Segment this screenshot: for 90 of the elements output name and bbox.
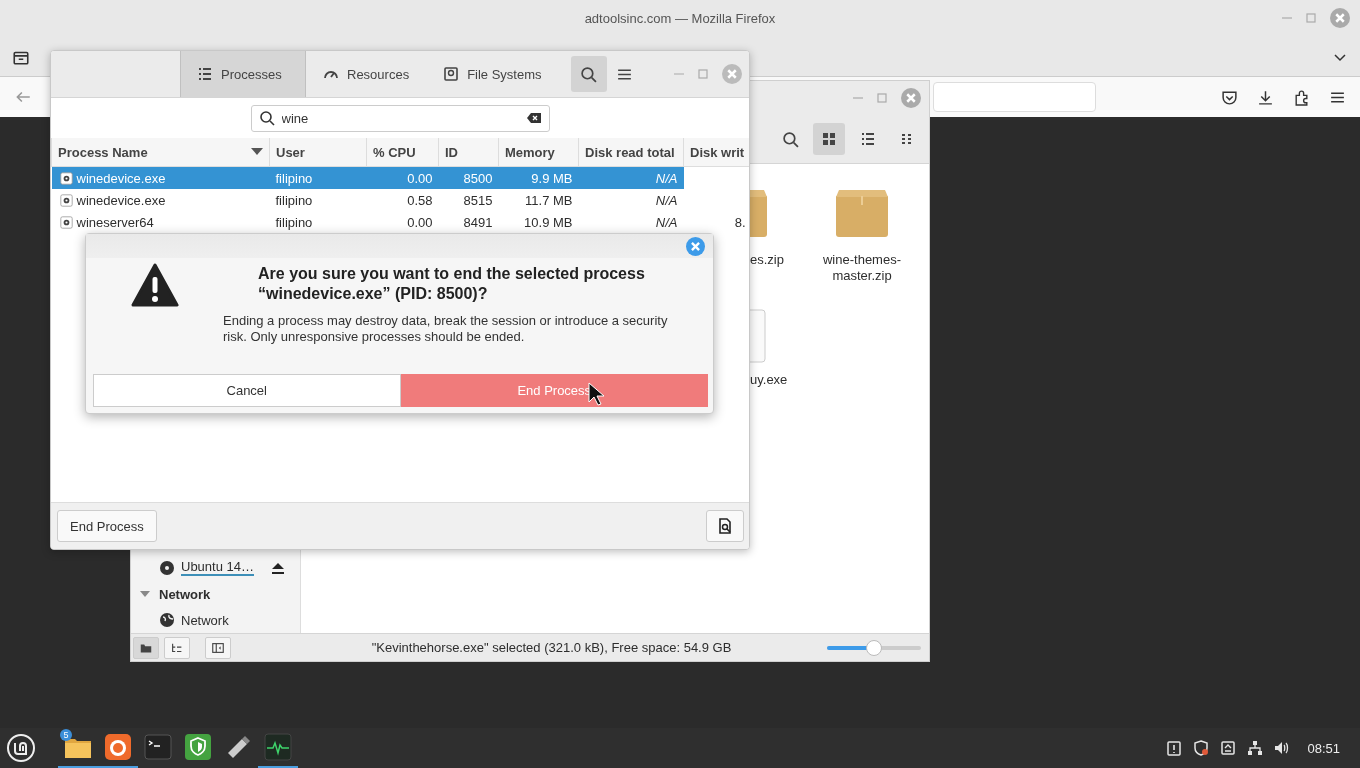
cancel-button[interactable]: Cancel [93, 374, 401, 407]
table-cell: N/A [655, 192, 678, 208]
tab[interactable]: Processes [180, 51, 306, 97]
warning-icon [130, 263, 179, 307]
close-button[interactable] [686, 236, 705, 256]
maximize-icon [695, 66, 711, 82]
address-field[interactable] [933, 82, 1096, 112]
pointer-icon [588, 382, 604, 406]
table-cell: 8491 [463, 214, 493, 230]
file-name[interactable]: uy.exe [750, 372, 788, 388]
network-icon [1247, 740, 1264, 756]
end-process-button[interactable]: End Process [57, 510, 157, 542]
search-icon [781, 130, 799, 148]
table-cell: 8. [734, 214, 746, 230]
column-header[interactable]: User [269, 138, 367, 167]
table-cell: wineserver64 [76, 214, 154, 230]
table-cell: filipino [275, 192, 313, 208]
column-header[interactable]: ID [438, 138, 499, 167]
table-cell: 10.9 MB [524, 214, 573, 230]
globe-icon [159, 612, 175, 628]
puzzle-icon [1293, 88, 1310, 106]
places-pane-button[interactable] [133, 636, 159, 659]
shield-icon [1193, 740, 1210, 756]
file-name[interactable]: es.zip [750, 252, 784, 268]
logo-icon [6, 733, 36, 763]
close-icon [901, 88, 921, 108]
column-header[interactable]: % CPU [366, 138, 439, 167]
process-icon [59, 215, 73, 229]
clock: 08:51 [1307, 740, 1340, 756]
table-cell: winedevice.exe [76, 170, 166, 186]
toggle-icon [211, 640, 225, 655]
window-title: adtoolsinc.com — Mozilla Firefox [584, 11, 776, 26]
column-header[interactable]: Disk writ [683, 138, 749, 167]
table-cell: 0.00 [407, 170, 433, 186]
list-view-icon [860, 131, 876, 147]
maximize-icon [1303, 10, 1319, 26]
pocket-icon [1221, 88, 1238, 106]
dialog-message: Ending a process may destroy data, break the session or introduce a security risk. Only unresponsive processes should be ended. [223, 313, 669, 345]
table-cell: 11.7 MB [525, 192, 573, 208]
shield-icon [184, 733, 212, 761]
close-icon [722, 64, 742, 84]
table-cell: filipino [275, 214, 313, 230]
search-icon [258, 109, 275, 126]
activity-icon [264, 733, 292, 761]
table-cell: filipino [275, 170, 313, 186]
download-icon [1257, 88, 1274, 106]
tree-pane-button[interactable] [164, 636, 190, 659]
column-header[interactable]: Process Name [51, 138, 270, 167]
sidebar-heading[interactable]: Network [159, 586, 211, 602]
table-cell: 8500 [463, 170, 493, 186]
search-icon [580, 65, 598, 83]
volume-icon [1274, 740, 1291, 756]
sidebar-item[interactable]: Network [181, 612, 229, 628]
table-cell: N/A [655, 214, 678, 230]
table-cell: N/A [655, 170, 678, 186]
toggle-pane-button[interactable] [205, 636, 231, 659]
document-search-icon [717, 518, 733, 534]
tab[interactable]: File Systems [426, 51, 559, 97]
terminal-icon [144, 733, 172, 761]
process-icon [59, 171, 73, 185]
table-cell: 8515 [463, 192, 493, 208]
search-button[interactable] [570, 56, 607, 92]
count-badge: 5 [60, 729, 72, 741]
sort-arrow-icon [251, 148, 263, 156]
column-header[interactable]: Memory [498, 138, 579, 167]
minimize-icon [1282, 16, 1292, 20]
table-cell: winedevice.exe [76, 192, 166, 208]
list-icon [197, 66, 213, 82]
properties-button[interactable] [706, 510, 744, 542]
table-cell: 0.00 [407, 214, 433, 230]
close-icon [1330, 8, 1350, 28]
close-icon [686, 236, 705, 256]
icons-view-icon [821, 131, 837, 147]
table-cell: 9.9 MB [531, 170, 573, 186]
maximize-icon [874, 90, 890, 106]
process-icon [59, 193, 73, 207]
icons-view-button[interactable] [813, 123, 845, 155]
disc-icon [159, 560, 175, 576]
file-name[interactable]: wine-themes-master.zip [812, 252, 912, 284]
dialog-title: Are you sure you want to end the selected process “winedevice.exe” (PID: 8500)? [257, 264, 646, 304]
minimize-icon [853, 96, 863, 100]
column-header[interactable]: Disk read total [578, 138, 684, 167]
minimize-icon [674, 72, 684, 76]
search-field[interactable]: wine [250, 104, 550, 132]
tab[interactable]: Resources [306, 51, 427, 97]
status-text: "Kevinthehorse.exe" selected (321.0 kB), Free space: 54.9 GB [370, 640, 733, 655]
table-cell: 0.58 [407, 192, 433, 208]
sidebar-item[interactable]: Ubuntu 14… [181, 560, 254, 576]
eject-icon [270, 560, 286, 576]
zoom-slider[interactable] [827, 639, 921, 656]
